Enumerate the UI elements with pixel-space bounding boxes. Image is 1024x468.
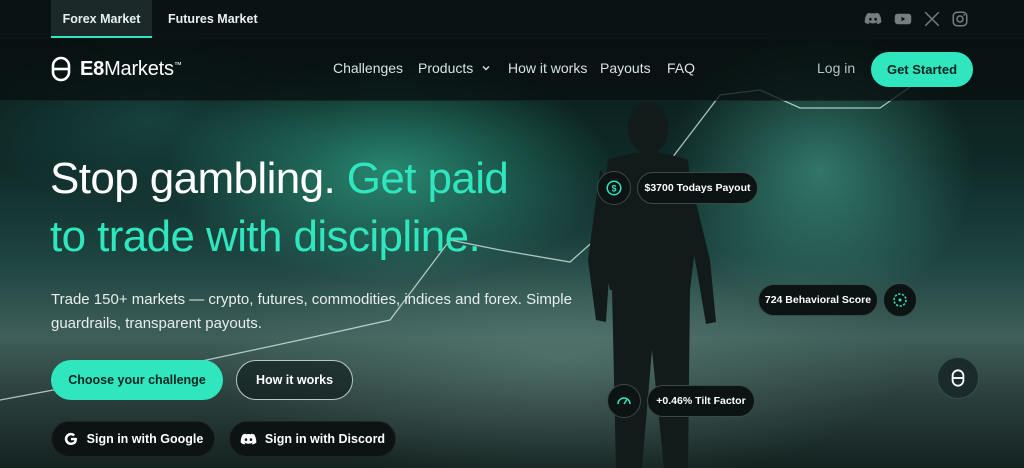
nav-how-it-works[interactable]: How it works (508, 60, 587, 76)
nav-payouts[interactable]: Payouts (600, 60, 651, 76)
trademark-mark: ™ (173, 59, 182, 69)
hero-headline: Stop gambling. Get paid to trade with di… (50, 150, 610, 266)
floating-chat-button[interactable] (937, 357, 979, 399)
tilt-factor-pill: +0.46% Tilt Factor (647, 385, 755, 417)
discord-icon (240, 433, 257, 444)
dollar-icon: $ (597, 171, 631, 205)
e8-logo-icon (951, 369, 965, 387)
headline-accent-1: Get paid (346, 154, 509, 203)
headline-white: Stop gambling. (50, 154, 336, 203)
brand-logo[interactable]: E8Markets™ (50, 56, 182, 82)
nav-products-label: Products (418, 60, 474, 76)
behavioral-score-pill: 724 Behavioral Score (758, 284, 878, 316)
discord-icon[interactable] (864, 10, 882, 28)
google-signin-button[interactable]: Sign in with Google (51, 421, 215, 457)
tab-forex-market[interactable]: Forex Market (51, 0, 152, 38)
chevron-down-icon (482, 66, 490, 71)
gauge-icon (607, 384, 641, 418)
main-navigation: E8Markets™ Challenges Products How it wo… (0, 38, 1024, 101)
hero-description: Trade 150+ markets — crypto, futures, co… (51, 291, 572, 332)
tab-futures-market[interactable]: Futures Market (168, 0, 258, 38)
nav-faq[interactable]: FAQ (667, 60, 695, 76)
nav-challenges[interactable]: Challenges (333, 60, 403, 76)
target-icon (883, 283, 917, 317)
payout-stat-pill: $3700 Todays Payout (637, 172, 758, 204)
choose-challenge-button[interactable]: Choose your challenge (51, 360, 223, 400)
google-icon (64, 432, 77, 446)
market-switcher-bar: Forex Market Futures Market (0, 0, 1024, 39)
svg-text:$: $ (611, 183, 616, 193)
how-it-works-button[interactable]: How it works (236, 360, 353, 400)
discord-signin-button[interactable]: Sign in with Discord (229, 421, 396, 457)
brand-name-bold: E8 (80, 57, 105, 80)
e8-logo-icon (51, 56, 71, 82)
discord-signin-label: Sign in with Discord (264, 432, 386, 446)
google-signin-label: Sign in with Google (86, 432, 204, 446)
get-started-button[interactable]: Get Started (871, 52, 973, 87)
instagram-icon[interactable] (951, 10, 969, 28)
nav-products[interactable]: Products (418, 60, 491, 76)
headline-accent-2: to trade with discipline. (50, 212, 481, 261)
login-link[interactable]: Log in (817, 60, 855, 76)
x-icon[interactable] (923, 10, 941, 28)
youtube-icon[interactable] (894, 10, 912, 28)
brand-name-rest: Markets (104, 57, 174, 80)
